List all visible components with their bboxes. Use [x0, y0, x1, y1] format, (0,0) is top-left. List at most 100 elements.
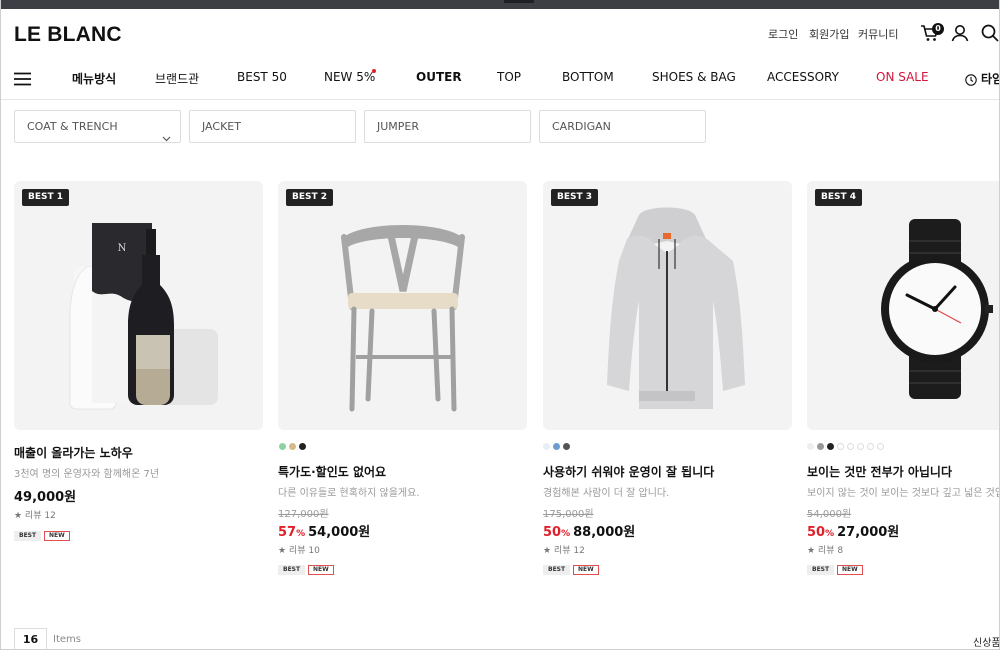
swatch[interactable] [877, 443, 884, 450]
product-price: 49,000원 [14, 490, 77, 505]
new-tag: NEW [308, 565, 334, 575]
product-image[interactable]: BEST 1 N [14, 181, 263, 430]
nav-item-outer[interactable]: OUTER [416, 70, 462, 84]
rank-badge: BEST 1 [22, 189, 70, 206]
browser-top-bar [1, 0, 999, 9]
nav-item-brand[interactable]: 브랜드관 [155, 70, 199, 87]
swatch[interactable] [857, 443, 864, 450]
best-tag: BEST [278, 565, 306, 575]
sale-price: 27,000원 [837, 525, 900, 540]
sale-price: 54,000원 [308, 525, 371, 540]
discount-unit: % [825, 529, 835, 539]
item-count: 16 [14, 628, 47, 649]
filter-chip-jumper[interactable]: JUMPER [364, 110, 531, 143]
product-price: 50% 88,000원 [543, 521, 635, 540]
discount-rate: 50 [807, 525, 826, 540]
product-image[interactable]: BEST 2 [278, 181, 527, 430]
product-image[interactable]: BEST 3 [543, 181, 792, 430]
swatch[interactable] [807, 443, 814, 450]
signup-link[interactable]: 회원가입 [809, 26, 849, 42]
search-icon[interactable] [979, 22, 999, 44]
filter-chip-jacket[interactable]: JACKET [189, 110, 356, 143]
product-title[interactable]: 사용하기 쉬워야 운영이 잘 됩니다 [543, 463, 714, 480]
best-tag: BEST [14, 531, 42, 541]
discount-rate: 50 [543, 525, 562, 540]
product-title[interactable]: 특가도·할인도 없어요 [278, 463, 386, 480]
filter-chip-cardigan[interactable]: CARDIGAN [539, 110, 706, 143]
nav-item-top[interactable]: TOP [497, 70, 521, 84]
color-swatches [543, 443, 570, 450]
best-tag: BEST [807, 565, 835, 575]
product-title[interactable]: 매출이 올라가는 노하우 [14, 444, 133, 461]
original-price: 54,000원 [807, 509, 852, 520]
product-desc: 경험해본 사람이 더 잘 압니다. [543, 488, 670, 499]
cart-count-badge: 0 [932, 23, 944, 35]
product-desc: 보이지 않는 것이 보이는 것보다 깊고 넓은 것입니 [807, 488, 1000, 499]
header: LE BLANC 로그인 회원가입 커뮤니티 0 [1, 9, 999, 59]
category-dropdown-value: COAT & TRENCH [27, 120, 118, 133]
product-desc: 3천여 명의 운영자와 함께해온 7년 [14, 469, 160, 480]
swatch[interactable] [827, 443, 834, 450]
new-indicator-dot [372, 69, 376, 73]
nav-item-menu-type[interactable]: 메뉴방식 [72, 70, 116, 87]
nav-item-time[interactable]: 타임 [981, 70, 999, 87]
product-review: ★ 리뷰 12 [543, 546, 585, 556]
new-tag: NEW [837, 565, 863, 575]
sort-option[interactable]: 신상품 [973, 634, 999, 649]
logo[interactable]: LE BLANC [14, 23, 122, 47]
product-title[interactable]: 보이는 것만 전부가 아닙니다 [807, 463, 952, 480]
nav-item-accessory[interactable]: ACCESSORY [767, 70, 839, 84]
rank-badge: BEST 2 [286, 189, 334, 206]
new-tag: NEW [573, 565, 599, 575]
product-review: ★ 리뷰 12 [14, 511, 56, 521]
rank-badge: BEST 3 [551, 189, 599, 206]
discount-unit: % [296, 529, 306, 539]
swatch[interactable] [817, 443, 824, 450]
swatch[interactable] [543, 443, 550, 450]
login-link[interactable]: 로그인 [768, 26, 798, 42]
swatch[interactable] [553, 443, 560, 450]
watch-illustration [881, 219, 993, 399]
wine-bottle-illustration: N [69, 223, 218, 410]
nav-item-bottom[interactable]: BOTTOM [562, 70, 614, 84]
product-review: ★ 리뷰 10 [278, 546, 320, 556]
color-swatches [807, 443, 884, 450]
nav-item-new[interactable]: NEW 5% [324, 70, 375, 84]
swatch[interactable] [837, 443, 844, 450]
swatch[interactable] [847, 443, 854, 450]
swatch[interactable] [289, 443, 296, 450]
color-swatches [279, 443, 306, 450]
page: LE BLANC 로그인 회원가입 커뮤니티 0 메뉴방식 브랜드관 BEST … [0, 0, 1000, 650]
product-image[interactable]: BEST 4 [807, 181, 999, 430]
original-price: 175,000원 [543, 509, 594, 520]
swatch[interactable] [867, 443, 874, 450]
discount-unit: % [561, 529, 571, 539]
hoodie-illustration [607, 207, 745, 409]
new-tag: NEW [44, 531, 70, 541]
product-price: 57% 54,000원 [278, 521, 370, 540]
best-tag: BEST [543, 565, 571, 575]
nav-item-shoes-bag[interactable]: SHOES & BAG [652, 70, 736, 84]
sale-price: 88,000원 [573, 525, 636, 540]
nav-item-on-sale[interactable]: ON SALE [876, 70, 929, 84]
swatch[interactable] [279, 443, 286, 450]
original-price: 127,000원 [278, 509, 329, 520]
hamburger-icon[interactable] [14, 71, 31, 90]
chevron-down-icon [162, 123, 171, 154]
discount-rate: 57 [278, 525, 297, 540]
product-price: 50% 27,000원 [807, 521, 899, 540]
chair-illustration [341, 225, 465, 412]
clock-icon [965, 71, 977, 90]
svg-text:N: N [118, 243, 127, 254]
nav-item-best50[interactable]: BEST 50 [237, 70, 287, 84]
top-bar-handle [504, 0, 534, 3]
rank-badge: BEST 4 [815, 189, 863, 206]
community-link[interactable]: 커뮤니티 [858, 26, 898, 42]
user-icon[interactable] [949, 22, 971, 44]
category-dropdown[interactable]: COAT & TRENCH [14, 110, 181, 143]
product-review: ★ 리뷰 8 [807, 546, 844, 556]
swatch[interactable] [299, 443, 306, 450]
product-desc: 다른 이유들로 현혹하지 않을게요. [278, 488, 420, 499]
main-nav: 메뉴방식 브랜드관 BEST 50 NEW 5% OUTER TOP BOTTO… [1, 60, 999, 100]
swatch[interactable] [563, 443, 570, 450]
